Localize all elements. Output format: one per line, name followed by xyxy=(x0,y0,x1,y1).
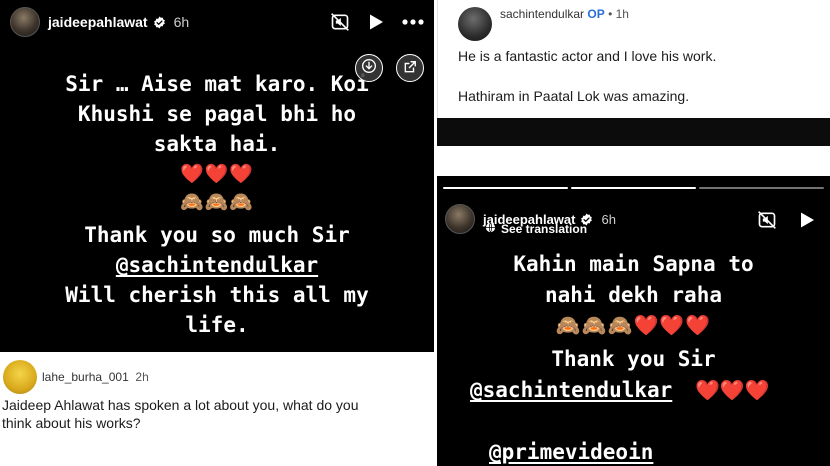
download-icon xyxy=(361,58,377,78)
story-closing-1: Will cherish this all my xyxy=(65,283,369,307)
emoji-row: 🙈🙈🙈❤️❤️❤️ xyxy=(555,313,712,337)
reply-username[interactable]: sachintendulkar xyxy=(500,7,584,21)
divider-gap xyxy=(437,146,830,176)
mention-link[interactable]: @sachintendulkar xyxy=(116,253,318,277)
story-line-2: nahi dekh raha xyxy=(544,283,722,307)
story-header: jaideepahlawat 6h xyxy=(0,0,434,44)
reply-line-1: He is a fantastic actor and I love his w… xyxy=(458,48,717,64)
divider-strip xyxy=(437,118,830,146)
verified-badge-icon xyxy=(153,16,166,29)
speaker-muted-icon[interactable] xyxy=(330,12,350,32)
story-username[interactable]: jaideepahlawat xyxy=(48,14,148,30)
globe-icon xyxy=(485,222,496,236)
play-icon[interactable] xyxy=(799,211,815,233)
comment-text-2: think about his works? xyxy=(2,415,141,431)
download-button[interactable] xyxy=(355,54,383,82)
hearts-emoji: ❤️❤️❤️ xyxy=(694,378,770,402)
share-button[interactable] xyxy=(396,54,424,82)
story-line-2: Khushi se pagal bhi ho xyxy=(77,102,357,126)
left-story-panel: jaideepahlawat 6h Sir … Aise mat karo. K… xyxy=(0,0,434,352)
comment-username[interactable]: lahe_burha_001 xyxy=(42,370,129,384)
external-share-icon xyxy=(403,59,417,78)
monkey-emoji-row: 🙈🙈🙈 xyxy=(180,191,254,213)
reply-header: sachintendulkar OP • 1h xyxy=(500,7,629,21)
avatar[interactable] xyxy=(10,7,40,37)
story-line-3: sakta hai. xyxy=(153,132,281,156)
avatar[interactable] xyxy=(445,204,475,234)
comment-text-1: Jaideep Ahlawat has spoken a lot about y… xyxy=(2,397,359,413)
more-dots-icon[interactable] xyxy=(402,19,424,25)
story-closing-2: life. xyxy=(185,313,249,337)
reply-time: • 1h xyxy=(608,7,629,21)
story-time: 6h xyxy=(601,211,616,227)
comment-header: lahe_burha_001 2h xyxy=(42,370,149,384)
story-time: 6h xyxy=(173,14,190,30)
mention-link[interactable]: @sachintendulkar xyxy=(470,378,672,402)
story-thanks: Thank you so much Sir xyxy=(84,223,350,247)
see-translation-label: See translation xyxy=(501,222,588,236)
story-line-1: Kahin main Sapna to xyxy=(513,252,754,276)
see-translation-link[interactable]: See translation xyxy=(485,222,587,236)
comment-time: 2h xyxy=(135,370,149,384)
right-story-panel: jaideepahlawat 6h See translation Kahin … xyxy=(437,176,830,466)
op-badge: OP xyxy=(587,7,605,21)
avatar[interactable] xyxy=(3,360,37,394)
avatar[interactable] xyxy=(458,7,492,41)
mention-link-primevideo[interactable]: @primevideoin xyxy=(489,440,653,464)
hearts-emoji-row: ❤️❤️❤️ xyxy=(180,163,254,185)
speaker-muted-icon[interactable] xyxy=(757,210,777,234)
reply-line-2: Hathiram in Paatal Lok was amazing. xyxy=(458,88,690,104)
story-progress-bar xyxy=(443,187,824,189)
play-icon[interactable] xyxy=(368,13,384,31)
story-thanks: Thank you Sir xyxy=(551,347,716,371)
